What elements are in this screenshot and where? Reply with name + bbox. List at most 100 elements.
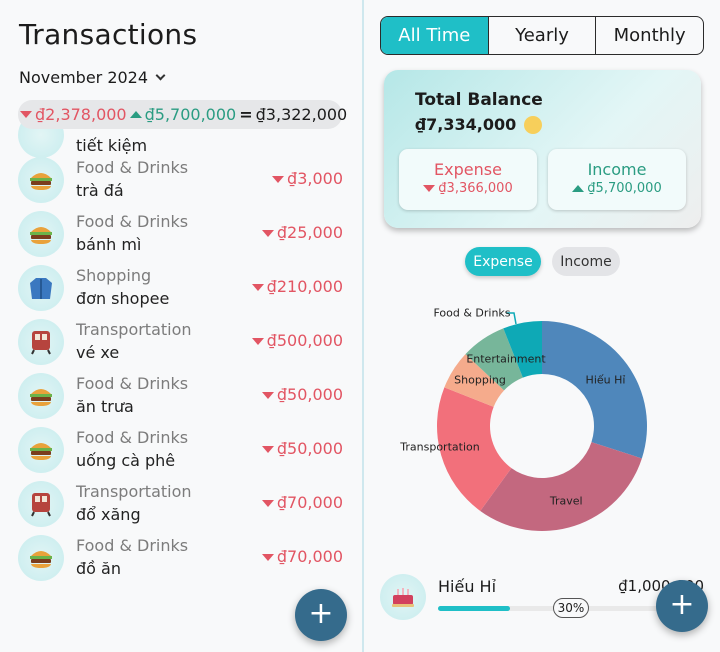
amount-value: ₫50,000	[276, 385, 343, 404]
slice-label: Shopping	[454, 373, 506, 387]
slice-label: Travel	[549, 494, 583, 508]
transaction-row[interactable]: Food & Drinks ăn trưa ₫50,000	[0, 371, 362, 425]
expense-box[interactable]: Expense ₫3,366,000	[399, 149, 537, 210]
equals-sign: =	[239, 105, 253, 124]
month-label: November 2024	[19, 68, 149, 87]
expense-label: Expense	[434, 160, 502, 179]
transaction-category: Food & Drinks	[76, 158, 189, 177]
overview-panel: All Time Yearly Monthly Total Balance ₫7…	[364, 0, 720, 652]
transaction-amount: ₫70,000	[261, 547, 343, 566]
transaction-category: Food & Drinks	[76, 428, 189, 447]
transaction-row[interactable]: Food & Drinks đồ ăn ₫70,000	[0, 533, 362, 587]
transaction-note: đơn shopee	[76, 289, 170, 308]
page-title: Transactions	[19, 18, 198, 51]
category-name: Hiếu Hỉ	[438, 577, 497, 596]
expense-value: ₫3,366,000	[438, 181, 513, 196]
amount-value: ₫50,000	[276, 439, 343, 458]
amount-value: ₫70,000	[276, 547, 343, 566]
summary-net: ₫3,322,000	[255, 105, 348, 124]
chevron-down-icon	[155, 70, 166, 81]
transaction-note: tiết kiệm	[76, 136, 148, 155]
train-icon	[18, 319, 64, 365]
toggle-expense[interactable]: Expense	[465, 247, 541, 276]
burger-icon	[18, 211, 64, 257]
transaction-note: trà đá	[76, 181, 124, 200]
transaction-category: Food & Drinks	[76, 374, 189, 393]
period-tabs: All Time Yearly Monthly	[380, 16, 704, 55]
amount-value: ₫210,000	[266, 277, 343, 296]
burger-icon	[18, 157, 64, 203]
transaction-row[interactable]: Food & Drinks uống cà phê ₫50,000	[0, 425, 362, 479]
transaction-amount: ₫70,000	[261, 493, 343, 512]
amount-value: ₫500,000	[266, 331, 343, 350]
transaction-amount: ₫210,000	[251, 277, 343, 296]
amount-value: ₫25,000	[276, 223, 343, 242]
down-triangle-icon	[423, 185, 436, 192]
burger-icon	[18, 535, 64, 581]
amount-value: ₫70,000	[276, 493, 343, 512]
expense-donut-chart: Hiếu Hỉ Travel Transportation Shopping Enter…	[364, 290, 720, 550]
income-label: Income	[587, 160, 647, 179]
transaction-category: Food & Drinks	[76, 212, 189, 231]
cake-icon	[380, 574, 426, 620]
transaction-note: đổ xăng	[76, 505, 141, 524]
up-triangle-icon	[572, 185, 585, 192]
transaction-amount: ₫25,000	[261, 223, 343, 242]
summary-bar: ₫2,378,000 ₫5,700,000 = ₫3,322,000	[18, 100, 347, 129]
slice-label: Entertainment	[466, 352, 546, 366]
transaction-row[interactable]: Food & Drinks bánh mì ₫25,000	[0, 209, 362, 263]
tab-monthly[interactable]: Monthly	[595, 17, 703, 54]
transaction-amount: ₫3,000	[272, 169, 343, 188]
transaction-amount: ₫50,000	[261, 439, 343, 458]
smiley-icon	[524, 115, 543, 134]
amount-value: ₫3,000	[287, 169, 343, 188]
slice-label: Transportation	[400, 440, 480, 454]
month-selector[interactable]: November 2024	[19, 68, 166, 87]
down-triangle-icon	[261, 500, 274, 507]
balance-title: Total Balance	[415, 90, 543, 110]
summary-expense: ₫2,378,000	[35, 105, 127, 124]
up-triangle-icon	[129, 111, 142, 118]
income-box[interactable]: Income ₫5,700,000	[548, 149, 686, 210]
tab-all-time[interactable]: All Time	[381, 17, 488, 54]
summary-income: ₫5,700,000	[144, 105, 237, 124]
transaction-note: bánh mì	[76, 235, 142, 254]
percent-badge: 30%	[553, 598, 589, 618]
donut-slice[interactable]	[480, 442, 642, 531]
balance-value: ₫7,334,000	[415, 115, 517, 134]
transaction-amount: ₫50,000	[261, 385, 343, 404]
down-triangle-icon	[261, 554, 274, 561]
down-triangle-icon	[251, 338, 264, 345]
progress-fill	[438, 606, 510, 611]
down-triangle-icon	[20, 111, 32, 118]
donut-slice[interactable]	[542, 321, 647, 459]
transaction-amount: ₫500,000	[251, 331, 343, 350]
balance-card: Total Balance ₫7,334,000 Expense ₫3,366,…	[384, 70, 701, 228]
burger-icon	[18, 373, 64, 419]
donut-svg	[437, 312, 647, 531]
add-button[interactable]: +	[656, 580, 708, 632]
slice-label: Hiếu Hỉ	[585, 373, 626, 387]
transaction-category: Food & Drinks	[76, 536, 189, 555]
transaction-category: Transportation	[76, 320, 192, 339]
train-icon	[18, 481, 64, 527]
transaction-category: Transportation	[76, 482, 192, 501]
down-triangle-icon	[251, 284, 264, 291]
income-value: ₫5,700,000	[587, 181, 662, 196]
transaction-row[interactable]: Transportation đổ xăng ₫70,000	[0, 479, 362, 533]
down-triangle-icon	[261, 230, 274, 237]
transaction-category: Shopping	[76, 266, 152, 285]
transactions-panel: Transactions November 2024 ₫2,378,000 ₫5…	[0, 0, 362, 652]
transaction-row[interactable]: Food & Drinks trà đá ₫3,000	[0, 155, 362, 209]
transaction-note: vé xe	[76, 343, 120, 362]
add-transaction-button[interactable]: +	[295, 589, 347, 641]
tab-yearly[interactable]: Yearly	[487, 17, 596, 54]
down-triangle-icon	[261, 446, 274, 453]
transaction-note: ăn trưa	[76, 397, 134, 416]
jacket-icon	[18, 265, 64, 311]
toggle-income[interactable]: Income	[552, 247, 620, 276]
transaction-row[interactable]: Shopping đơn shopee ₫210,000	[0, 263, 362, 317]
down-triangle-icon	[261, 392, 274, 399]
transaction-row[interactable]: Transportation vé xe ₫500,000	[0, 317, 362, 371]
transaction-note: đồ ăn	[76, 559, 121, 578]
